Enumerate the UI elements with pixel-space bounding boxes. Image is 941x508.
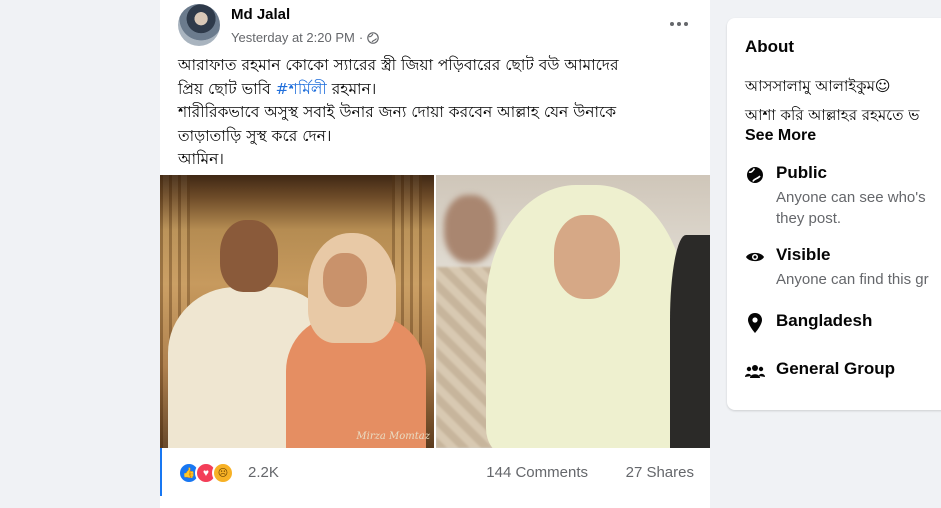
post-header: Md Jalal Yesterday at 2:20 PM · <box>178 4 693 48</box>
post-text-fragment: প্রিয় ছোট ভাবি <box>178 79 276 98</box>
group-icon <box>745 361 765 381</box>
about-item-description: Anyone can find this gr <box>776 271 929 288</box>
dot-icon <box>684 22 688 26</box>
about-item-label[interactable]: Bangladesh <box>776 311 872 331</box>
feed-post: Md Jalal Yesterday at 2:20 PM · আরাফাত র… <box>160 0 710 508</box>
eye-icon <box>745 247 765 267</box>
background-person <box>670 235 710 448</box>
photo-woman[interactable] <box>436 175 710 448</box>
location-pin-icon <box>745 313 765 333</box>
about-heading: About <box>745 37 795 56</box>
about-description: আশা করি আল্লাহর রহমতে ভ <box>745 106 920 124</box>
hashtag-link[interactable]: #শর্মিলী <box>276 80 327 98</box>
see-more-link[interactable]: See More <box>745 127 816 145</box>
about-item-label: Visible <box>776 245 831 264</box>
post-timestamp[interactable]: Yesterday at 2:20 PM <box>231 30 355 45</box>
post-meta: Yesterday at 2:20 PM · <box>231 30 379 45</box>
post-text-line: শারীরিকভাবে অসুস্থ সবাই উনার জন্য দোয়া … <box>178 103 617 121</box>
author-name[interactable]: Md Jalal <box>231 6 290 23</box>
about-item-label: Public <box>776 163 828 182</box>
description-line: Anyone can see who's <box>776 189 926 206</box>
post-text-line: তাড়াতাড়ি সুস্থ করে দেন। <box>178 126 332 145</box>
description-line: they post. <box>776 210 842 227</box>
post-text-line: আরাফাত রহমান কোকো স্যারের স্ত্রী জিয়া প… <box>178 56 619 74</box>
sad-icon: ☹ <box>212 462 234 484</box>
dot-icon <box>677 22 681 26</box>
post-text-line: আমিন। <box>178 150 224 168</box>
woman-face-shape <box>554 215 620 299</box>
about-item-description: Anyone can see who's they post. <box>776 187 926 229</box>
dot-icon <box>670 22 674 26</box>
reaction-count[interactable]: 2.2K <box>248 464 279 481</box>
photo-watermark: Mirza Momtaz <box>356 431 430 442</box>
photo-couple[interactable]: Mirza Momtaz <box>160 175 434 448</box>
man-head-shape <box>220 220 278 292</box>
post-body-text: আরাফাত রহমান কোকো স্যারের স্ত্রী জিয়া প… <box>178 54 698 172</box>
about-description: আসসালামু আলাইকুম☺ <box>745 77 891 95</box>
blurred-face <box>444 195 496 263</box>
woman-face-shape <box>323 253 367 307</box>
more-options-button[interactable] <box>665 12 693 36</box>
comments-count-link[interactable]: 144 Comments <box>486 464 588 481</box>
post-photos: Mirza Momtaz <box>160 175 710 448</box>
about-item-label: General Group <box>776 359 896 378</box>
post-text-line: প্রিয় ছোট ভাবি #শর্মিলী রহমান। <box>178 78 698 102</box>
globe-icon <box>367 31 379 44</box>
reaction-icons[interactable]: 👍 ♥ ☹ <box>178 462 234 484</box>
globe-icon <box>745 165 765 185</box>
shares-count-link[interactable]: 27 Shares <box>626 464 694 481</box>
about-panel: About আসসালামু আলাইকুম☺ আশা করি আল্লাহর … <box>727 18 941 410</box>
reactions-bar: 👍 ♥ ☹ 2.2K 144 Comments 27 Shares <box>160 448 710 496</box>
author-avatar[interactable] <box>178 4 220 46</box>
post-text-fragment: রহমান। <box>326 79 377 98</box>
meta-separator: · <box>358 30 364 45</box>
